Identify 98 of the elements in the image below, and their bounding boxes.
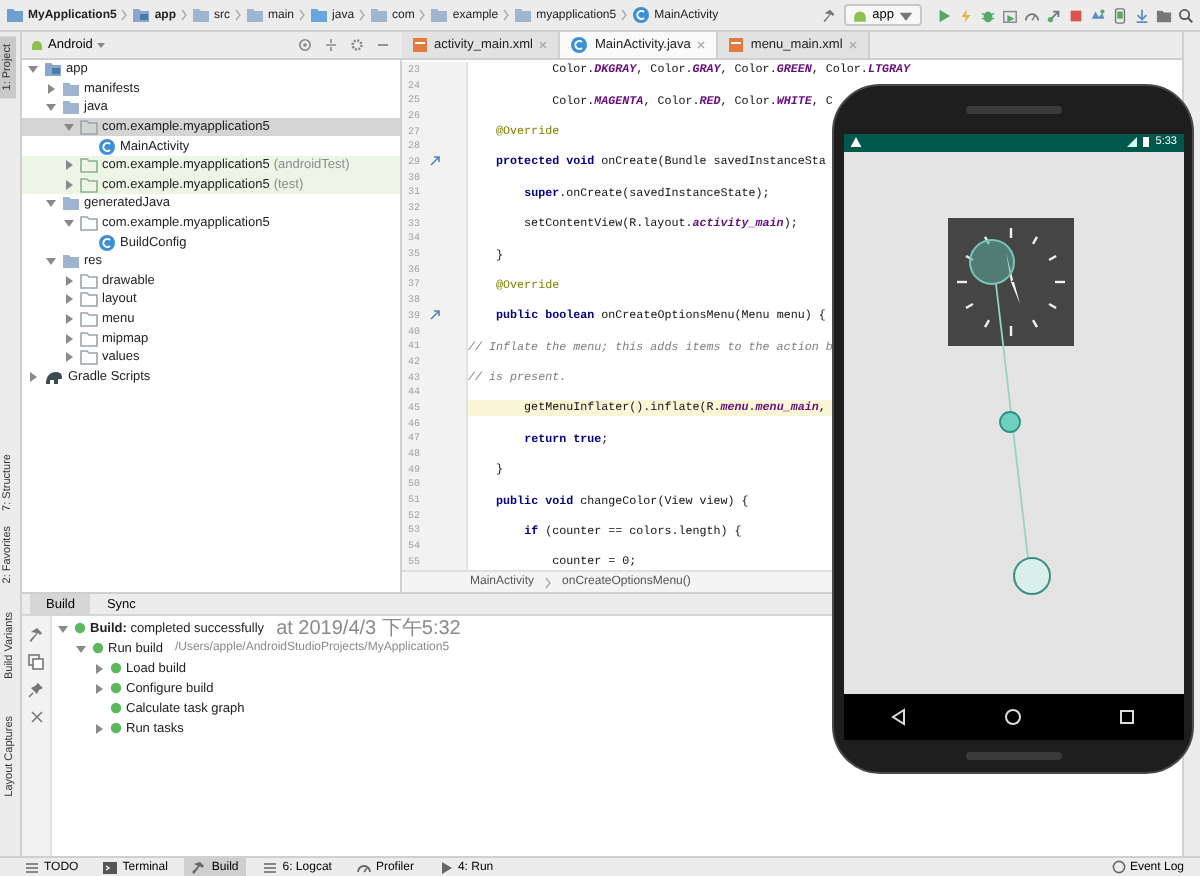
expand-arrow-icon[interactable] [62, 158, 76, 173]
run-icon[interactable] [936, 7, 952, 23]
chevron-icon [620, 8, 629, 22]
copy-icon[interactable] [28, 654, 44, 670]
module-folder-icon [44, 60, 62, 79]
chevron-icon [502, 8, 511, 22]
device-icon[interactable] [1112, 7, 1128, 23]
expand-arrow-icon[interactable] [62, 120, 76, 135]
chevron-icon [298, 8, 307, 22]
hammer-icon[interactable] [28, 626, 44, 642]
speech-bubble-icon [1111, 860, 1126, 874]
success-dot-icon [110, 722, 122, 734]
android-icon [852, 7, 869, 23]
folder-icon [192, 6, 211, 24]
analog-clock-drawing [947, 217, 1073, 346]
pin-icon[interactable] [28, 682, 44, 698]
expand-arrow-icon[interactable] [44, 254, 58, 269]
expand-arrow-icon[interactable] [62, 312, 76, 327]
expand-arrow-icon[interactable] [92, 681, 106, 695]
success-dot-icon [110, 682, 122, 694]
bug-icon[interactable] [980, 7, 996, 23]
large-handle[interactable] [1012, 556, 1050, 595]
chevron-icon [234, 8, 243, 22]
list-icon [24, 859, 40, 875]
recents-icon[interactable] [1117, 707, 1136, 726]
source-folder-icon [310, 6, 329, 24]
expand-arrow-icon[interactable] [44, 196, 58, 211]
coverage-icon[interactable] [1002, 7, 1018, 23]
handle-dot[interactable] [998, 411, 1020, 433]
list-icon [262, 859, 279, 875]
class-icon [632, 6, 651, 24]
drag-circle[interactable] [968, 238, 1014, 285]
hammer-icon [191, 859, 208, 875]
success-dot-icon [74, 622, 86, 634]
stop-icon[interactable] [1068, 7, 1084, 23]
terminal-icon [102, 859, 119, 875]
close-icon[interactable] [538, 40, 549, 50]
expand-arrow-icon[interactable] [62, 350, 76, 365]
expand-arrow-icon[interactable] [62, 273, 76, 288]
expand-arrow-icon[interactable] [26, 369, 40, 384]
hammer-icon[interactable] [822, 7, 839, 23]
home-icon[interactable] [1003, 707, 1022, 726]
chevron-icon [358, 8, 367, 22]
close-icon[interactable] [848, 40, 859, 50]
class-icon [98, 137, 116, 156]
success-dot-icon [92, 642, 104, 654]
override-marker-icon [430, 156, 440, 167]
folder-icon [370, 6, 389, 24]
folder-icon[interactable] [1156, 7, 1172, 23]
expand-arrow-icon[interactable] [74, 641, 88, 655]
folder-icon [62, 252, 80, 271]
package-icon [80, 214, 98, 233]
back-icon[interactable] [890, 707, 909, 726]
expand-arrow-icon[interactable] [92, 661, 106, 675]
search-icon[interactable] [1178, 7, 1194, 23]
gauge-icon[interactable] [1024, 7, 1040, 23]
expand-arrow-icon[interactable] [44, 100, 58, 115]
expand-arrow-icon[interactable] [62, 292, 76, 307]
folder-icon [514, 6, 533, 24]
expand-arrow-icon[interactable] [56, 621, 70, 635]
chevron-icon [544, 575, 553, 589]
expand-arrow-icon[interactable] [62, 331, 76, 346]
xml-file-icon [728, 36, 745, 54]
folder-icon [62, 194, 80, 213]
module-folder-icon [132, 6, 151, 24]
xml-file-icon [412, 36, 428, 54]
success-dot-icon [110, 702, 122, 714]
override-marker-icon [430, 310, 440, 321]
settings-icon[interactable] [350, 38, 364, 52]
expand-arrow-icon[interactable] [62, 177, 76, 192]
build-detail: at 2019/4/3 下午5:32 [276, 616, 461, 641]
folder-icon [246, 6, 265, 24]
caret-icon [898, 7, 914, 23]
gradle-icon [44, 367, 64, 386]
gauge-icon [355, 859, 372, 875]
warning-icon [849, 136, 861, 149]
class-icon [98, 233, 116, 252]
folder-icon [430, 6, 449, 24]
chevron-icon [180, 8, 189, 22]
expand-arrow-icon[interactable] [62, 216, 76, 231]
caret-icon [96, 40, 107, 50]
collapse-icon[interactable] [324, 38, 338, 52]
expand-arrow-icon[interactable] [44, 81, 58, 96]
close-icon[interactable] [29, 710, 43, 724]
attach-icon[interactable] [1046, 7, 1062, 23]
minimize-icon[interactable] [376, 38, 390, 52]
close-icon[interactable] [696, 40, 707, 50]
success-dot-icon [110, 662, 122, 674]
target-icon[interactable] [298, 38, 312, 52]
battery-icon [1141, 136, 1150, 149]
chevron-icon [418, 8, 427, 22]
class-icon [570, 36, 589, 54]
expand-arrow-icon[interactable] [92, 721, 106, 735]
folder-icon [6, 6, 24, 24]
expand-arrow-icon[interactable] [26, 62, 40, 77]
download-icon[interactable] [1134, 7, 1150, 23]
chevron-icon [120, 8, 129, 22]
android-icon [30, 38, 44, 52]
